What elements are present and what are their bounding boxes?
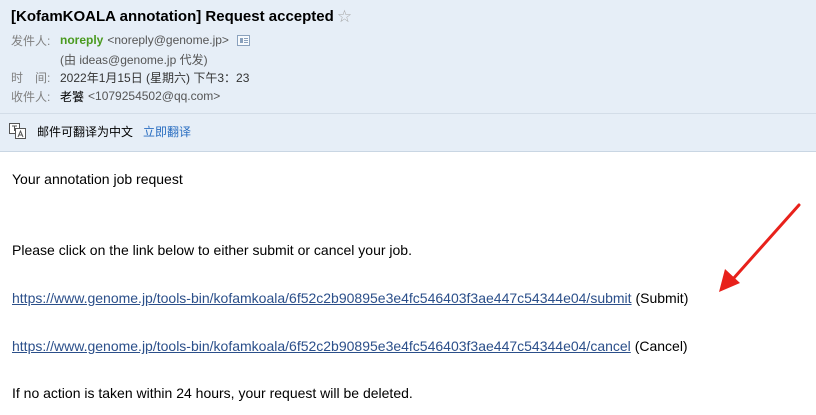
cancel-line: https://www.genome.jp/tools-bin/kofamkoa… bbox=[12, 338, 688, 354]
submit-suffix: (Submit) bbox=[635, 290, 689, 306]
cancel-suffix: (Cancel) bbox=[634, 338, 688, 354]
contact-card-icon[interactable] bbox=[236, 34, 250, 46]
subject-row: [KofamKOALA annotation] Request accepted… bbox=[11, 5, 352, 27]
recipient-email[interactable]: <1079254502@qq.com> bbox=[88, 89, 220, 103]
translate-bar: 邮件可翻译为中文 立即翻译 bbox=[9, 121, 191, 141]
time-label: 时 间: bbox=[11, 70, 51, 85]
sender-email[interactable]: <noreply@genome.jp> bbox=[107, 33, 229, 47]
body-instruction: Please click on the link below to either… bbox=[12, 242, 412, 258]
sender-label: 发件人: bbox=[11, 33, 51, 48]
time-row: 时 间: 2022年1月15日 (星期六) 下午3：23 bbox=[11, 67, 249, 87]
email-subject: [KofamKOALA annotation] Request accepted bbox=[11, 7, 334, 25]
sent-via-text: (由 ideas@genome.jp 代发) bbox=[60, 52, 208, 67]
sender-name[interactable]: noreply bbox=[60, 33, 103, 47]
translate-message: 邮件可翻译为中文 bbox=[37, 124, 134, 139]
body-intro: Your annotation job request bbox=[12, 171, 183, 187]
recipient-row: 收件人: 老饕 <1079254502@qq.com> bbox=[11, 86, 220, 106]
recipient-label: 收件人: bbox=[11, 89, 51, 104]
star-icon[interactable]: ☆ bbox=[337, 8, 352, 25]
submit-line: https://www.genome.jp/tools-bin/kofamkoa… bbox=[12, 290, 688, 306]
time-value: 2022年1月15日 (星期六) 下午3：23 bbox=[60, 70, 250, 85]
body-expiry-note: If no action is taken within 24 hours, y… bbox=[12, 385, 413, 401]
header-divider bbox=[0, 113, 816, 114]
sender-row: 发件人: noreply <noreply@genome.jp> bbox=[11, 30, 250, 50]
submit-link[interactable]: https://www.genome.jp/tools-bin/kofamkoa… bbox=[12, 290, 632, 306]
recipient-name[interactable]: 老饕 bbox=[60, 88, 84, 105]
translate-icon bbox=[9, 123, 27, 139]
cancel-link[interactable]: https://www.genome.jp/tools-bin/kofamkoa… bbox=[12, 338, 631, 354]
email-header: [KofamKOALA annotation] Request accepted… bbox=[0, 0, 816, 152]
translate-now-link[interactable]: 立即翻译 bbox=[143, 123, 191, 140]
via-row: (由 ideas@genome.jp 代发) bbox=[60, 49, 208, 69]
